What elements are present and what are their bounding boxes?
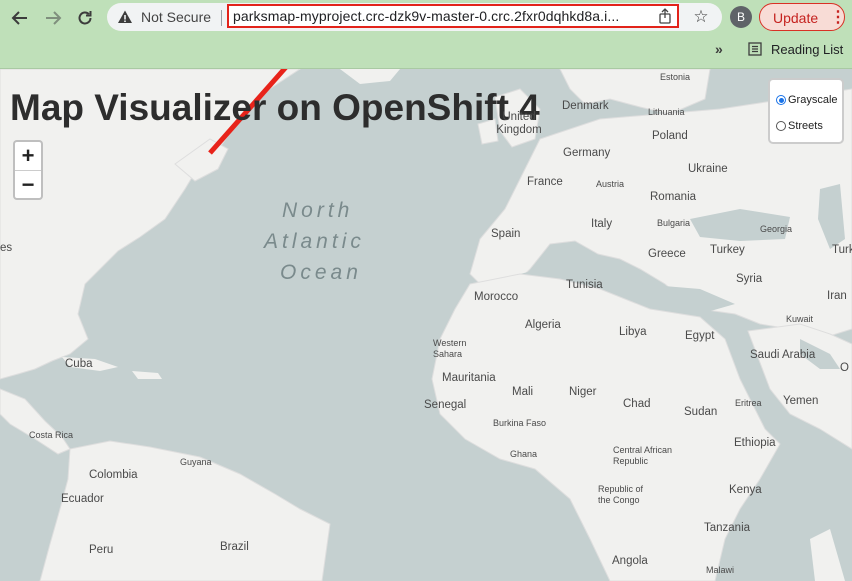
share-icon[interactable]	[657, 8, 673, 24]
back-button[interactable]	[8, 6, 32, 30]
map-basemap	[0, 69, 852, 581]
url-highlight-box[interactable]: parksmap-myproject.crc-dzk9v-master-0.cr…	[227, 4, 679, 28]
country-label: Mali	[512, 386, 534, 398]
country-label: Senegal	[424, 399, 467, 411]
country-label: Sudan	[684, 406, 718, 418]
streets-label[interactable]: Streets	[788, 120, 823, 132]
url-text[interactable]: parksmap-myproject.crc-dzk9v-master-0.cr…	[233, 8, 653, 24]
reload-icon	[78, 11, 92, 25]
country-label: Turkey	[710, 244, 745, 256]
omnibox-separator	[221, 10, 222, 26]
country-label: Kenya	[729, 484, 762, 496]
menu-dots-icon: ⋮	[830, 9, 846, 26]
country-label: Iran	[827, 290, 847, 302]
map-canvas[interactable]: Map Visualizer on OpenShift 4 + − Graysc…	[0, 69, 852, 581]
country-label: United Kingdom	[496, 111, 542, 136]
forward-arrow-icon	[46, 11, 62, 25]
ocean-label-ocean: Ocean	[280, 261, 362, 284]
country-label: Yemen	[783, 395, 819, 407]
streets-radio[interactable]	[776, 121, 786, 131]
country-label: Spain	[491, 228, 521, 240]
country-label: Poland	[652, 130, 688, 142]
reading-list-icon[interactable]	[748, 42, 762, 56]
country-label: Colombia	[89, 469, 138, 481]
layer-option-grayscale[interactable]: Grayscale	[776, 94, 838, 106]
more-bookmarks-icon[interactable]: »	[715, 41, 723, 57]
country-label: Ghana	[510, 449, 538, 459]
zoom-out-button[interactable]: −	[15, 171, 41, 199]
country-label: Algeria	[525, 319, 561, 331]
country-label: France	[527, 176, 563, 188]
country-label: Saudi Arabia	[750, 349, 816, 361]
country-label: Ukraine	[688, 163, 728, 175]
country-label: Georgia	[760, 224, 793, 234]
update-button[interactable]: Update ⋮	[759, 3, 846, 31]
warning-icon[interactable]	[117, 9, 133, 25]
country-label: Denmark	[562, 100, 609, 112]
country-label: Malawi	[706, 565, 735, 575]
country-label: Burkina Faso	[493, 418, 547, 428]
country-label: Costa Rica	[29, 430, 74, 440]
country-label: Peru	[89, 544, 114, 556]
country-label: Central African Republic	[613, 445, 673, 466]
country-label: Turk	[832, 244, 852, 256]
grayscale-radio[interactable]	[776, 95, 786, 105]
security-label[interactable]: Not Secure	[141, 9, 211, 25]
country-label: Angola	[612, 555, 648, 567]
layer-option-streets[interactable]: Streets	[776, 120, 823, 132]
reading-list-label[interactable]: Reading List	[771, 42, 843, 57]
country-label: Ecuador	[61, 493, 104, 505]
country-label: Tunisia	[566, 279, 603, 291]
country-label: Morocco	[474, 291, 519, 303]
country-label: Libya	[619, 326, 647, 338]
back-arrow-icon	[11, 11, 27, 25]
reload-button[interactable]	[73, 6, 97, 30]
country-label: Niger	[569, 386, 597, 398]
country-label: Eritrea	[735, 398, 762, 408]
country-label: Kuwait	[786, 314, 814, 324]
browser-chrome: Not Secure parksmap-myproject.crc-dzk9v-…	[0, 0, 852, 69]
country-label: Greece	[648, 248, 686, 260]
country-label: Republic of the Congo	[598, 484, 644, 505]
page-title: Map Visualizer on OpenShift 4	[10, 87, 540, 128]
country-label: Romania	[650, 191, 697, 203]
country-label: Chad	[623, 398, 651, 410]
country-label: Guyana	[180, 457, 212, 467]
country-label: Cuba	[65, 358, 93, 370]
country-label: Tanzania	[704, 522, 751, 534]
bookmarks-bar: » Reading List	[0, 36, 852, 64]
bookmark-star-icon[interactable]: ☆	[691, 7, 711, 27]
country-label: Estonia	[660, 72, 691, 82]
country-label: O	[840, 362, 849, 374]
country-label: Austria	[596, 179, 625, 189]
forward-button[interactable]	[41, 6, 65, 30]
layer-switcher: Grayscale Streets	[768, 78, 844, 144]
browser-toolbar: Not Secure parksmap-myproject.crc-dzk9v-…	[0, 0, 852, 36]
address-bar[interactable]: Not Secure parksmap-myproject.crc-dzk9v-…	[107, 3, 722, 31]
country-label: Italy	[591, 218, 613, 230]
country-label: Syria	[736, 273, 763, 285]
country-label: es	[0, 242, 13, 254]
ocean-label-atlantic: Atlantic	[264, 230, 365, 253]
country-label: Brazil	[220, 541, 249, 553]
country-label: Egypt	[685, 330, 715, 342]
country-label: Western Sahara	[433, 338, 467, 359]
country-label: Bulgaria	[657, 218, 691, 228]
grayscale-label[interactable]: Grayscale	[788, 94, 838, 106]
country-label: Lithuania	[648, 107, 685, 117]
country-label: Mauritania	[442, 372, 496, 384]
zoom-in-button[interactable]: +	[15, 142, 41, 171]
zoom-control: + −	[13, 140, 43, 200]
country-label: Germany	[563, 147, 611, 159]
country-label: Ethiopia	[734, 437, 776, 449]
update-label: Update	[773, 10, 819, 26]
profile-avatar[interactable]: B	[730, 6, 752, 28]
ocean-label-north: North	[282, 199, 354, 222]
